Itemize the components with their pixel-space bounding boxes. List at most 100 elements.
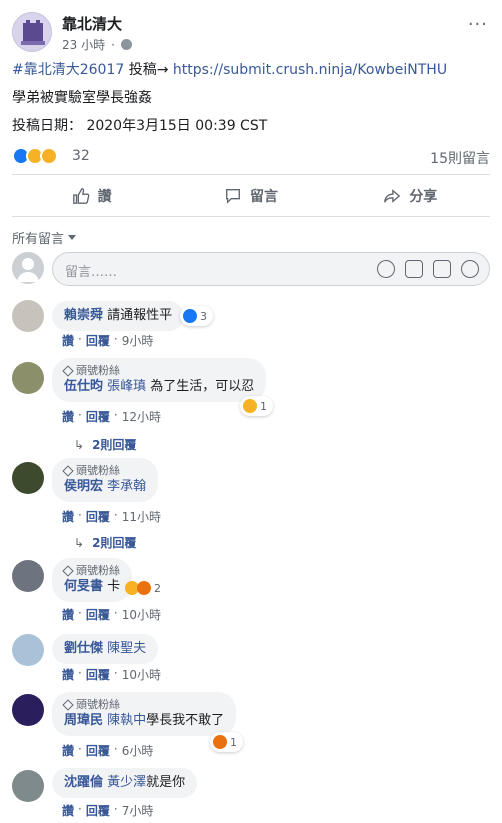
gif-icon[interactable] [433, 260, 451, 278]
comment-count[interactable]: 15則留言 [430, 148, 490, 168]
post-line-1: #靠北清大26017 投稿→ https://submit.crush.ninj… [12, 60, 447, 80]
sort-label: 所有留言 [12, 232, 65, 247]
comment-reply-link[interactable]: 回覆 [86, 606, 110, 623]
sticker-icon[interactable] [461, 260, 479, 278]
comment-reactions[interactable]: 1 [240, 396, 273, 416]
comment-button[interactable]: 留言 [171, 176, 330, 216]
comment-time[interactable]: 11小時 [122, 508, 161, 525]
comment-time[interactable]: 6小時 [122, 742, 154, 759]
diamond-icon [62, 465, 74, 477]
comment-reply-link[interactable]: 回覆 [86, 508, 110, 525]
avatar[interactable] [12, 634, 44, 666]
comment-text: 卡 [107, 579, 121, 594]
comment-reaction-count: 2 [154, 581, 161, 595]
submit-link[interactable]: https://submit.crush.ninja/KowbeiNTHU [173, 62, 447, 78]
camera-icon[interactable] [405, 260, 423, 278]
comment-time[interactable]: 7小時 [122, 802, 154, 819]
tagged-user[interactable]: 張峰瑱 [107, 379, 146, 394]
avatar[interactable] [12, 300, 44, 332]
comment-like-link[interactable]: 讚 [62, 802, 74, 819]
comment-actions: 讚 · 回覆 · 11小時 [62, 508, 161, 525]
page-avatar[interactable] [12, 12, 52, 52]
avatar[interactable] [12, 362, 44, 394]
comment-time[interactable]: 9小時 [122, 332, 154, 349]
comment-bubble: 劉仕傑 陳聖夫 [52, 634, 159, 664]
comment-author[interactable]: 賴崇舜 [64, 308, 103, 323]
wow-reaction-icon [40, 147, 58, 165]
comment-reaction-count: 3 [200, 309, 207, 323]
comment-author[interactable]: 劉仕傑 [64, 641, 103, 656]
my-avatar [12, 252, 44, 284]
comment-text: 學長我不敢了 [146, 713, 225, 728]
view-replies-link[interactable]: ↳ 2則回覆 [74, 436, 136, 453]
comment-reaction-count: 1 [230, 735, 237, 749]
top-fan-badge: 頭號粉絲 [62, 464, 146, 478]
comment-placeholder: 留言…… [65, 265, 118, 280]
like-label: 讚 [97, 189, 112, 205]
comment-author[interactable]: 沈躍倫 [64, 775, 103, 790]
comment-reply-link[interactable]: 回覆 [86, 802, 110, 819]
comment-reactions[interactable]: 1 [210, 732, 243, 752]
comment-bubble: 沈躍倫 黃少澤就是你 [52, 768, 198, 798]
comment-reactions[interactable]: 3 [180, 306, 213, 326]
comment-like-link[interactable]: 讚 [62, 606, 74, 623]
tagged-user[interactable]: 黃少澤 [107, 775, 146, 790]
post-line-3: 投稿日期： 2020年3月15日 00:39 CST [12, 118, 268, 134]
comment-bubble: 頭號粉絲 周瑋民 陳執中學長我不敢了 [52, 692, 237, 736]
comment-reply-link[interactable]: 回覆 [86, 332, 110, 349]
comment-icon [226, 189, 240, 204]
comment-actions: 讚 · 回覆 · 10小時 [62, 606, 161, 623]
share-button[interactable]: 分享 [331, 176, 490, 216]
comment-reply-link[interactable]: 回覆 [86, 408, 110, 425]
view-replies-link[interactable]: ↳ 2則回覆 [74, 534, 136, 551]
top-fan-badge: 頭號粉絲 [62, 364, 254, 378]
comment-author[interactable]: 侯明宏 [64, 479, 103, 494]
hashtag-link[interactable]: #靠北清大26017 [12, 62, 124, 78]
comment-like-link[interactable]: 讚 [62, 742, 74, 759]
post-header: 靠北清大 23 小時 · ··· [12, 10, 492, 54]
avatar[interactable] [12, 560, 44, 592]
avatar[interactable] [12, 462, 44, 494]
tagged-user[interactable]: 李承翰 [107, 479, 146, 494]
comment-author[interactable]: 伍仕昀 [64, 379, 103, 394]
comment-bubble: 頭號粉絲 伍仕昀 張峰瑱 為了生活，可以忍 [52, 358, 267, 402]
post-actions: 讚 留言 分享 [12, 176, 490, 216]
comment-time[interactable]: 12小時 [122, 408, 161, 425]
avatar[interactable] [12, 770, 44, 802]
comment-like-link[interactable]: 讚 [62, 666, 74, 683]
comment-like-link[interactable]: 讚 [62, 332, 74, 349]
page-name[interactable]: 靠北清大 [62, 13, 122, 34]
diamond-icon [62, 365, 74, 377]
reaction-icons[interactable] [12, 147, 58, 165]
comment-time[interactable]: 10小時 [122, 606, 161, 623]
comment-input[interactable]: 留言…… [52, 252, 490, 286]
comment-text: 為了生活，可以忍 [146, 379, 255, 394]
comment-author[interactable]: 何旻書 [64, 579, 103, 594]
more-options-button[interactable]: ··· [468, 14, 488, 35]
comment-reply-link[interactable]: 回覆 [86, 666, 110, 683]
emoji-icon[interactable] [377, 260, 395, 278]
comment-like-link[interactable]: 讚 [62, 408, 74, 425]
comment-time[interactable]: 10小時 [122, 666, 161, 683]
tagged-user[interactable]: 陳執中 [107, 713, 146, 728]
composer-icons [377, 260, 479, 278]
comment-reply-link[interactable]: 回覆 [86, 742, 110, 759]
comment-actions: 讚 · 回覆 · 12小時 [62, 408, 161, 425]
comment-composer: 留言…… [12, 252, 490, 286]
thumbs-up-icon [72, 188, 90, 204]
diamond-icon [62, 699, 74, 711]
comment-like-link[interactable]: 讚 [62, 508, 74, 525]
comment-sort-dropdown[interactable]: 所有留言 [12, 228, 77, 247]
reaction-count[interactable]: 32 [72, 148, 90, 164]
post-text: 投稿→ [124, 62, 173, 78]
avatar[interactable] [12, 694, 44, 726]
tagged-user[interactable]: 陳聖夫 [107, 641, 146, 656]
comment-reaction-count: 1 [260, 399, 267, 413]
like-button[interactable]: 讚 [12, 176, 171, 216]
comment-reactions[interactable]: 2 [122, 578, 167, 598]
divider [12, 216, 490, 217]
comment-author[interactable]: 周瑋民 [64, 713, 103, 728]
angry-reaction-icon [213, 735, 227, 749]
comment-text: 就是你 [146, 775, 186, 790]
post-time[interactable]: 23 小時 [62, 36, 105, 53]
